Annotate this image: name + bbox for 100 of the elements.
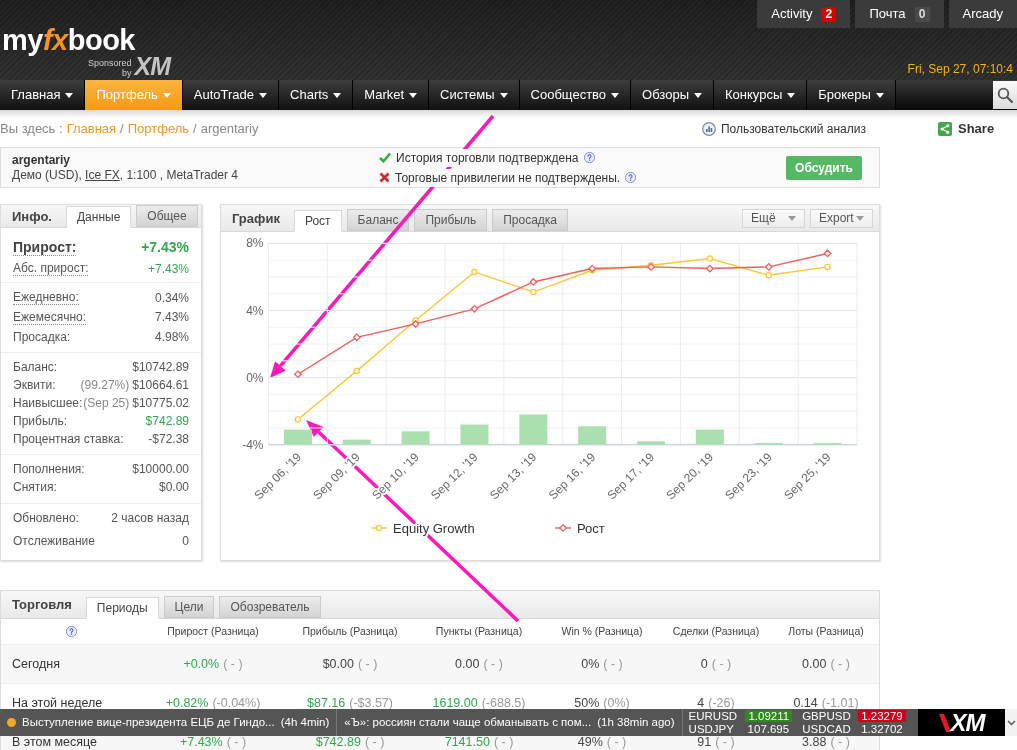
stat-value: $10664.61 — [132, 376, 189, 394]
column-header: Прибыль (Разница) — [301, 623, 399, 639]
count-badge: 2 — [821, 6, 837, 22]
axis-label: Sep 25, '19 — [781, 449, 834, 503]
stat-label: Снятия: — [13, 479, 57, 494]
table-cell-text: 4 — [697, 694, 705, 712]
breadcrumb-separator: / — [193, 120, 197, 139]
quote-price: 1.09211 — [744, 710, 793, 722]
axis-label: 8% — [246, 236, 264, 251]
table-cell-text: 1619.00 — [432, 694, 478, 712]
difference-value: (-$3.57) — [349, 694, 393, 712]
panel-title: Торговля — [12, 596, 72, 615]
stat-value: 7.43% — [154, 309, 189, 327]
stat-value: +7.43% — [147, 260, 189, 278]
table-cell-text: 0% — [581, 655, 600, 673]
table-cell-text: 0 — [700, 655, 708, 673]
sponsor-label: Sponsored — [88, 58, 132, 68]
stat-value: -$72.38 — [148, 430, 189, 448]
breadcrumb-separator: / — [120, 120, 124, 139]
axis-label: Sep 17, '19 — [604, 449, 658, 503]
difference-value: (-0.04%) — [212, 694, 261, 712]
axis-label: Sep 13, '19 — [486, 449, 540, 503]
difference-value: ( - ) — [603, 655, 623, 673]
axis-label: Sep 20, '19 — [663, 449, 716, 503]
stat-note: (Sep 25) — [83, 394, 130, 412]
table-cell-text: 0.00 — [802, 655, 827, 673]
difference-value: ( - ) — [226, 733, 247, 750]
table-cell-text: $0.00 — [322, 655, 354, 673]
difference-value: ( - ) — [364, 733, 385, 750]
difference-value: (-26) — [708, 694, 735, 712]
difference-value: ( - ) — [606, 733, 627, 750]
stat-value: $0.00 — [158, 478, 189, 496]
difference-value: ( - ) — [483, 655, 503, 673]
table-cell-text: 0.00 — [455, 655, 480, 673]
column-header: Пункты (Разница) — [434, 623, 524, 639]
quote-price: 107.695 — [746, 723, 791, 735]
row-label: В этом месяце — [11, 733, 99, 750]
table-cell-text: +7.43% — [179, 733, 223, 750]
panel-title: График — [232, 209, 280, 228]
panel-title: Инфо. — [12, 207, 52, 226]
axis-label: Sep 06, '19 — [251, 449, 305, 503]
stat-label: Наивысшее: — [13, 395, 83, 410]
table-cell-text: 50% — [574, 694, 600, 712]
stat-label: Абс. прирост: — [13, 261, 89, 276]
stat-value: 0.34% — [154, 289, 189, 307]
account-details: Демо (USD), Ice FX, 1:100 , MetaTrader 4 — [12, 167, 240, 183]
quote-price: 1.23279 — [858, 710, 906, 722]
difference-value: ( - ) — [493, 733, 514, 750]
axis-label: Sep 10, '19 — [369, 449, 422, 503]
table-cell-text: $742.89 — [315, 733, 361, 750]
breadcrumb-label: Вы здесь : — [0, 120, 63, 139]
news-time: (1h 38min ago) — [597, 714, 675, 730]
difference-value: ( - ) — [830, 733, 850, 750]
column-header: Сделки (Разница) — [671, 623, 761, 639]
count-badge: 0 — [914, 6, 930, 22]
stat-label: Прирост: — [13, 239, 77, 256]
logo-text: XM — [950, 710, 985, 735]
table-cell-text: 91 — [697, 733, 712, 750]
stat-value: 2 часов назад — [111, 510, 189, 527]
stat-value: +7.43% — [141, 238, 189, 257]
news-time: (4h 4min) — [280, 714, 330, 730]
difference-value: ( - ) — [711, 655, 732, 673]
table-cell-text: 49% — [577, 733, 603, 750]
quote-price: 1.32702 — [860, 723, 904, 735]
axis-label: Sep 23, '19 — [722, 449, 775, 503]
verification-status: Торговые привилегии не подтверждены. — [395, 168, 621, 187]
difference-value: ( - ) — [830, 655, 850, 673]
table-cell-text: 7141.50 — [444, 733, 490, 750]
stat-value: $10775.02 — [132, 394, 189, 412]
stat-note: (99.27%) — [80, 376, 130, 394]
column-header: Win % (Разница) — [560, 623, 644, 639]
stat-label: Ежедневно: — [13, 290, 79, 306]
axis-label: Sep 16, '19 — [545, 449, 599, 503]
stat-label: Пополнения: — [13, 461, 85, 476]
stat-value: 0 — [182, 533, 189, 550]
difference-value: ( - ) — [715, 733, 735, 750]
row-label: Сегодня — [11, 655, 61, 673]
difference-value: (0%) — [603, 694, 630, 712]
stat-label: Эквити: — [13, 377, 56, 392]
difference-value: ( - ) — [223, 655, 243, 673]
table-cell-text: +0.0% — [183, 655, 220, 673]
stat-value: $10000.00 — [132, 460, 189, 478]
breadcrumb-current: argentariy — [200, 120, 259, 139]
stat-label: Просадка: — [13, 329, 71, 344]
table-cell-text: 0.14 — [793, 694, 818, 712]
stat-label: Ежемесячно: — [13, 309, 86, 325]
axis-label: Sep 09, '19 — [310, 449, 363, 503]
stat-value: $10742.89 — [132, 358, 189, 376]
column-header: Прирост (Разница) — [166, 623, 260, 639]
difference-value: (-1.01) — [821, 694, 859, 712]
verification-status: История торговли подтверждена — [396, 148, 579, 167]
stat-label: Баланс: — [13, 359, 58, 374]
axis-label: Sep 12, '19 — [428, 449, 481, 503]
stat-label: Процентная ставка: — [13, 431, 124, 446]
axis-label: 4% — [246, 303, 264, 318]
table-cell-text: 3.88 — [802, 733, 827, 750]
stat-label: Отслеживание — [13, 534, 95, 548]
table-cell-text: $87.16 — [307, 694, 346, 712]
stat-label: Прибыль: — [13, 413, 68, 428]
axis-label: -4% — [242, 437, 264, 452]
